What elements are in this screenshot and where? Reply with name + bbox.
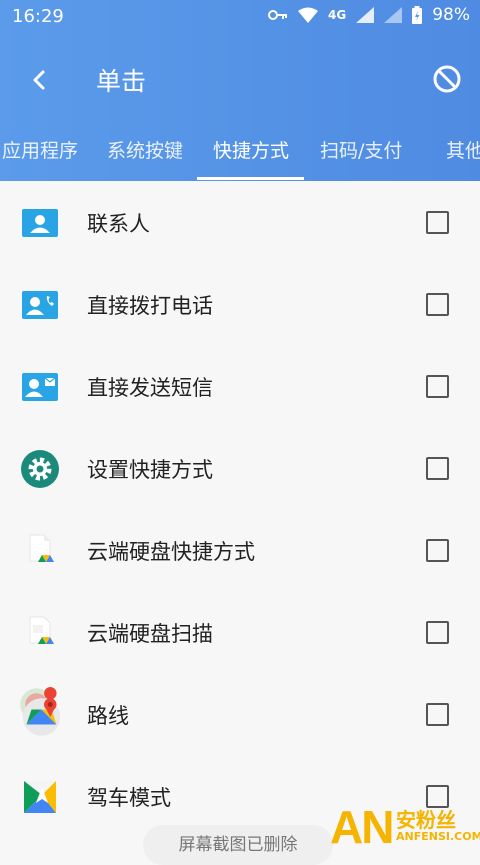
wifi-icon (298, 7, 318, 23)
list-item-directions[interactable]: 路线 (0, 673, 480, 755)
checkbox[interactable] (426, 703, 449, 726)
driving-mode-icon (24, 781, 56, 813)
list-item-direct-sms[interactable]: 直接发送短信 (0, 345, 480, 427)
shortcut-list: 联系人 直接拨打电话 直接发送短信 设置快捷方式 云端硬盘快捷方式 云端硬盘扫描… (0, 181, 480, 853)
list-item-settings-shortcut[interactable]: 设置快捷方式 (0, 427, 480, 509)
chevron-left-icon (33, 70, 45, 90)
toast-message: 屏幕截图已删除 (143, 825, 333, 865)
maps-icon (20, 687, 61, 736)
list-item-label: 驾车模式 (87, 786, 171, 810)
status-time: 16:29 (12, 6, 64, 27)
checkbox[interactable] (426, 211, 449, 234)
block-button[interactable] (430, 62, 464, 96)
network-type: 4G (328, 8, 347, 22)
battery-icon (412, 6, 423, 24)
toolbar: 单击 (0, 48, 480, 112)
list-item-label: 直接拨打电话 (87, 294, 213, 318)
list-item-contacts[interactable]: 联系人 (0, 181, 480, 263)
checkbox[interactable] (426, 457, 449, 480)
watermark-cn: 安粉丝 (396, 808, 456, 832)
checkbox[interactable] (426, 293, 449, 316)
list-item-drive-shortcut[interactable]: 云端硬盘快捷方式 (0, 509, 480, 591)
tab-other[interactable]: 其他 (446, 136, 480, 163)
list-item-drive-scan[interactable]: 云端硬盘扫描 (0, 591, 480, 673)
list-item-label: 直接发送短信 (87, 376, 213, 400)
status-icons: 4G 98% (268, 5, 470, 25)
drive-file-icon (29, 534, 54, 562)
key-icon (268, 9, 288, 21)
checkbox[interactable] (426, 539, 449, 562)
back-button[interactable] (24, 62, 56, 98)
checkbox[interactable] (426, 621, 449, 644)
watermark-an: AN (330, 801, 394, 853)
block-icon (433, 65, 461, 93)
tab-system-keys[interactable]: 系统按键 (107, 136, 183, 163)
tab-scan-pay[interactable]: 扫码/支付 (320, 136, 402, 163)
contact-phone-icon (22, 291, 58, 319)
tab-indicator (197, 177, 304, 180)
contact-card-icon (22, 209, 58, 237)
settings-gear-icon (21, 450, 59, 488)
list-item-label: 云端硬盘快捷方式 (87, 540, 255, 564)
watermark-en: ANFENSI.COM (396, 830, 480, 843)
page-title: 单击 (96, 67, 147, 96)
signal-2-icon (384, 7, 403, 23)
checkbox[interactable] (426, 375, 449, 398)
watermark-logo: AN 安粉丝 ANFENSI.COM (330, 800, 480, 853)
list-item-label: 设置快捷方式 (87, 458, 213, 482)
list-item-direct-call[interactable]: 直接拨打电话 (0, 263, 480, 345)
list-item-label: 路线 (87, 704, 129, 728)
drive-scan-icon (29, 616, 54, 644)
tab-apps[interactable]: 应用程序 (2, 136, 78, 163)
contact-mail-icon (22, 373, 58, 401)
app-header: 16:29 4G 98% 单击 应用程序 系统按键 快捷方式 扫码/支付 其他 (0, 0, 480, 181)
status-bar: 16:29 4G 98% (0, 0, 480, 34)
list-item-label: 联系人 (87, 212, 150, 236)
signal-icon (356, 7, 375, 23)
tab-shortcuts[interactable]: 快捷方式 (213, 136, 289, 163)
battery-level: 98% (432, 5, 470, 25)
list-item-label: 云端硬盘扫描 (87, 622, 213, 646)
tab-bar: 应用程序 系统按键 快捷方式 扫码/支付 其他 (0, 124, 480, 181)
